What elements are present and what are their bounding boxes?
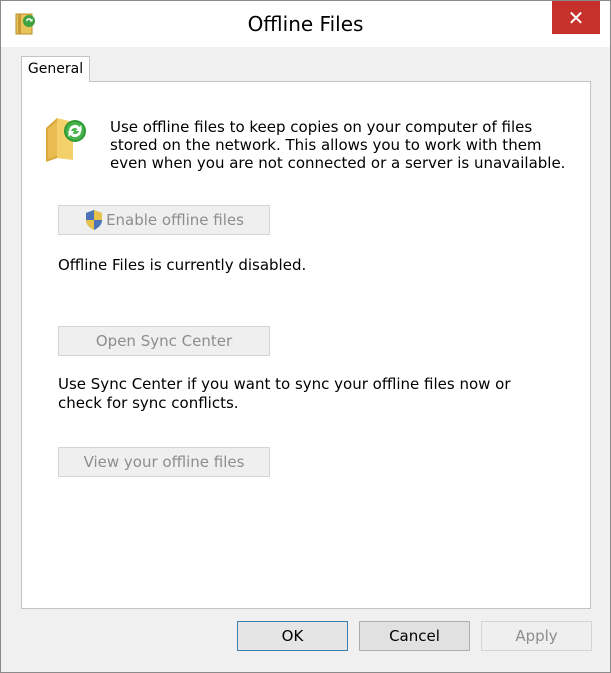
uac-shield-icon (86, 210, 103, 230)
window-title: Offline Files (247, 12, 364, 36)
ok-button[interactable]: OK (237, 621, 348, 651)
view-offline-files-button[interactable]: View your offline files (58, 447, 270, 477)
apply-button[interactable]: Apply (481, 621, 592, 651)
folder-sync-icon (46, 118, 86, 162)
enable-offline-files-button[interactable]: Enable offline files (58, 205, 270, 235)
title-bar[interactable]: Offline Files ✕ (1, 1, 610, 47)
status-text: Offline Files is currently disabled. (58, 256, 307, 274)
sync-center-description: Use Sync Center if you want to sync your… (58, 375, 511, 412)
close-button[interactable]: ✕ (552, 1, 600, 34)
general-tab-panel: Use offline files to keep copies on your… (21, 81, 591, 609)
ok-label: OK (281, 627, 304, 645)
open-sync-center-button[interactable]: Open Sync Center (58, 326, 270, 356)
open-sync-center-label: Open Sync Center (95, 332, 233, 350)
cancel-button[interactable]: Cancel (359, 621, 470, 651)
tab-general[interactable]: General (21, 56, 90, 82)
view-offline-files-label: View your offline files (83, 453, 245, 471)
enable-offline-files-label: Enable offline files (106, 211, 244, 229)
offline-files-dialog: Offline Files ✕ General Use offline file… (0, 0, 611, 673)
intro-text: Use offline files to keep copies on your… (110, 118, 566, 172)
cancel-label: Cancel (389, 627, 440, 645)
close-icon: ✕ (567, 5, 585, 30)
apply-label: Apply (515, 627, 558, 645)
